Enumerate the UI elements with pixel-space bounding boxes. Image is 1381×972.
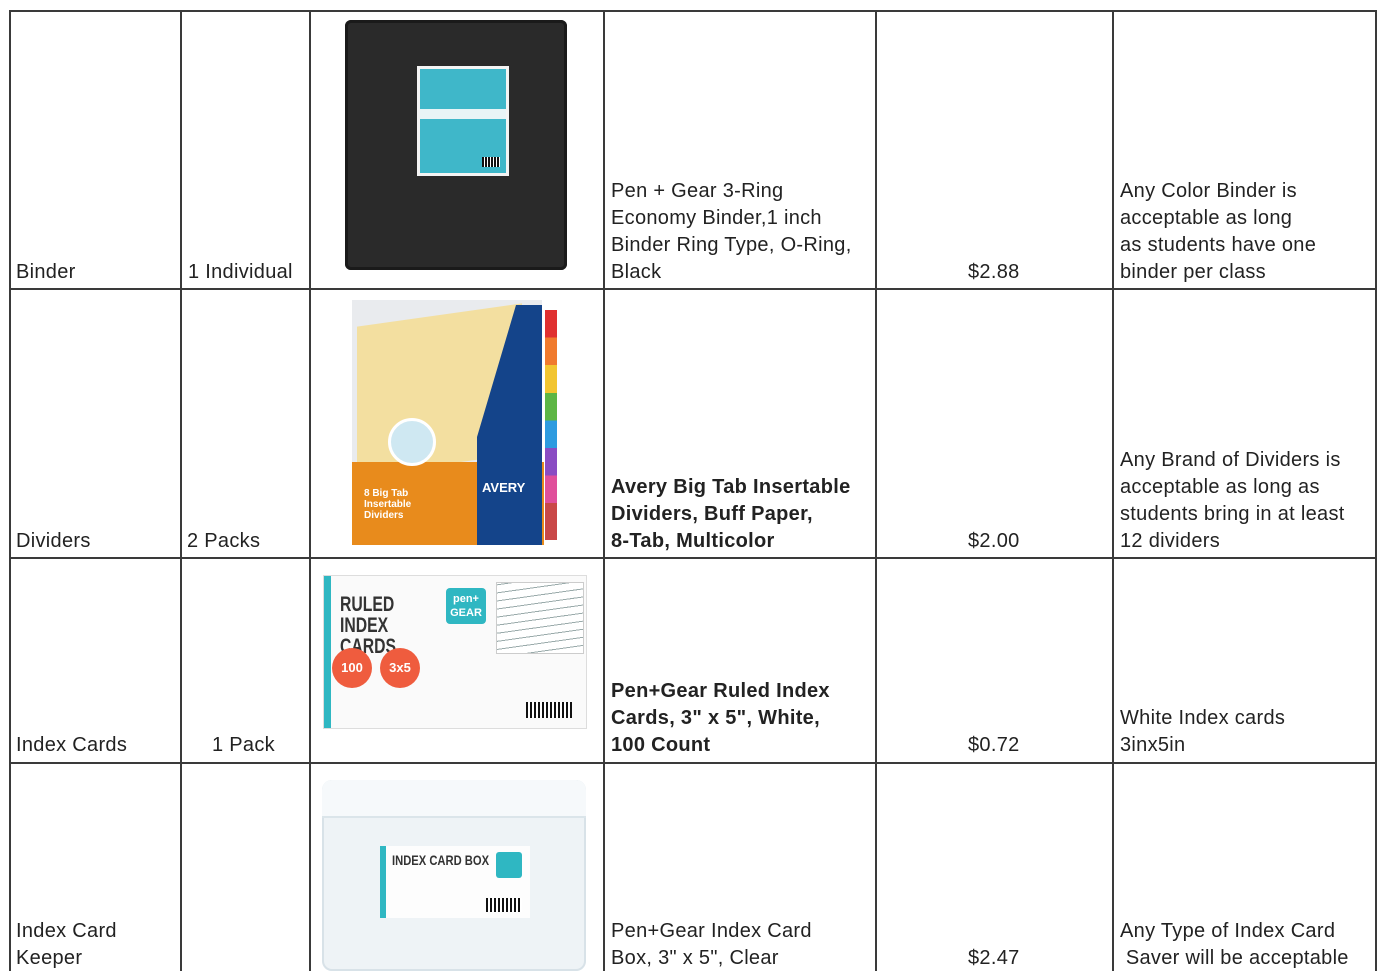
price: $2.00 <box>968 530 1020 552</box>
binder-insert <box>417 66 509 176</box>
column-divider <box>309 10 311 971</box>
notes-line: students bring in at least <box>1120 503 1345 525</box>
column-divider <box>1112 10 1114 971</box>
price: $0.72 <box>968 734 1020 756</box>
description-line: Dividers, Buff Paper, <box>611 503 813 525</box>
row-divider <box>9 762 1377 764</box>
description-cell: Avery Big Tab Insertable Dividers, Buff … <box>611 474 851 555</box>
notes-line: Any Color Binder is <box>1120 180 1297 202</box>
notes-cell: Any Brand of Dividers is acceptable as l… <box>1120 447 1345 555</box>
quantity: 2 Packs <box>187 530 261 552</box>
price-cell: $2.00 <box>968 528 1020 555</box>
box-label-text: INDEX CARD BOX <box>392 852 490 868</box>
description-line: Pen + Gear 3-Ring <box>611 180 784 202</box>
quantity-cell: 1 Individual <box>188 259 293 286</box>
item-name: Dividers <box>16 530 91 552</box>
column-divider <box>603 10 605 971</box>
description-cell: Pen + Gear 3-Ring Economy Binder,1 inch … <box>611 178 852 286</box>
notes-line: Any Type of Index Card <box>1120 920 1336 942</box>
notes-line: acceptable as long <box>1120 207 1293 229</box>
row-divider <box>9 10 1377 12</box>
notes-line: 12 dividers <box>1120 530 1221 552</box>
notes-line: binder per class <box>1120 261 1266 283</box>
description-line: Economy Binder,1 inch <box>611 207 822 229</box>
description-cell: Pen+Gear Index Card Box, 3" x 5", Clear <box>611 918 812 972</box>
notes-cell: Any Type of Index Card Saver will be acc… <box>1120 918 1349 972</box>
size-badge: 3x5 <box>380 648 420 688</box>
description-line: 8-Tab, Multicolor <box>611 530 775 552</box>
pen-gear-logo <box>496 852 522 878</box>
description-line: 100 Count <box>611 734 711 756</box>
item-name-cell: Dividers <box>16 528 91 555</box>
pen-gear-logo: pen+ GEAR <box>446 588 486 624</box>
quantity: 1 Individual <box>188 261 293 283</box>
price-cell: $2.88 <box>968 259 1020 286</box>
item-name: Index Card <box>16 920 117 942</box>
description-line: Box, 3" x 5", Clear <box>611 947 779 969</box>
item-name-cell: Index Cards <box>16 732 127 759</box>
description-line: Black <box>611 261 662 283</box>
quantity: 1 Pack <box>212 734 275 756</box>
barcode-icon <box>526 702 572 718</box>
item-name-cell: Binder <box>16 259 76 286</box>
notes-line: as students have one <box>1120 234 1317 256</box>
item-name-cell: Index Card Keeper <box>16 918 117 972</box>
notes-line: acceptable as long as <box>1120 476 1320 498</box>
box-label: INDEX CARD BOX <box>380 846 530 918</box>
notes-line: White Index cards <box>1120 707 1286 729</box>
ruled-card <box>496 582 584 654</box>
index-cards-image: RULED INDEX CARDS 100 3x5 pen+ GEAR <box>323 575 587 729</box>
description-cell: Pen+Gear Ruled Index Cards, 3" x 5", Whi… <box>611 678 830 759</box>
color-tabs <box>545 310 557 540</box>
column-divider <box>1375 10 1377 971</box>
notes-cell: Any Color Binder is acceptable as long a… <box>1120 178 1316 286</box>
index-card-box-image: INDEX CARD BOX <box>322 780 586 971</box>
notes-cell: White Index cards 3inx5in <box>1120 705 1285 759</box>
count-badge: 100 <box>332 648 372 688</box>
avery-logo: AVERY <box>482 480 526 495</box>
row-divider <box>9 557 1377 559</box>
description-line: Pen+Gear Ruled Index <box>611 680 830 702</box>
description-line: Pen+Gear Index Card <box>611 920 812 942</box>
description-line: Cards, 3" x 5", White, <box>611 707 820 729</box>
description-line: Binder Ring Type, O-Ring, <box>611 234 852 256</box>
package-label: 8 Big Tab Insertable Dividers <box>364 488 412 521</box>
quantity-cell: 2 Packs <box>187 528 260 555</box>
notes-line: Saver will be acceptable <box>1120 947 1349 969</box>
item-name: Keeper <box>16 947 83 969</box>
price-cell: $0.72 <box>968 732 1020 759</box>
avery-dividers-image: 8 Big Tab Insertable Dividers AVERY <box>352 300 557 545</box>
notes-line: Any Brand of Dividers is <box>1120 449 1341 471</box>
row-divider <box>9 288 1377 290</box>
price: $2.47 <box>968 947 1020 969</box>
description-line: Avery Big Tab Insertable <box>611 476 851 498</box>
black-binder-image <box>345 20 567 270</box>
item-name: Binder <box>16 261 76 283</box>
column-divider <box>875 10 877 971</box>
barcode-icon <box>486 898 522 912</box>
item-name: Index Cards <box>16 734 128 756</box>
notes-line: 3inx5in <box>1120 734 1186 756</box>
column-divider <box>9 10 11 971</box>
price: $2.88 <box>968 261 1020 283</box>
price-cell: $2.47 <box>968 945 1020 972</box>
quantity-cell: 1 Pack <box>212 732 275 759</box>
column-divider <box>180 10 182 971</box>
